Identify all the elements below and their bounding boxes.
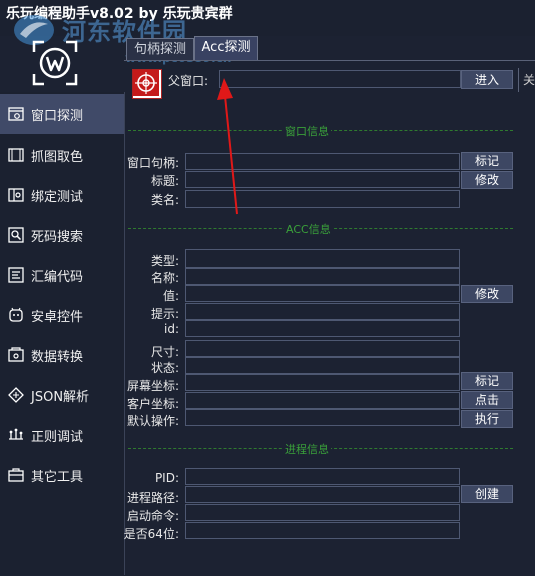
acc-type-label: 类型:	[150, 254, 179, 268]
window-mark-button[interactable]: 标记	[461, 152, 513, 170]
acc-mark-button[interactable]: 标记	[461, 372, 513, 390]
acc-size-field[interactable]	[185, 340, 460, 357]
sidebar-item-label: 抓图取色	[31, 149, 84, 165]
process-path-label: 进程路径:	[126, 491, 179, 505]
acc-value-field[interactable]	[185, 285, 460, 302]
sidebar-item-json-parse[interactable]: JSON解析	[0, 375, 124, 415]
sidebar-item-label: 绑定测试	[31, 189, 84, 205]
sidebar: 窗口探测 抓图取色 绑定测试 死码搜索 汇编代码 安卓控件 数据转换 JSON解…	[0, 92, 125, 575]
acc-modify-button[interactable]: 修改	[461, 285, 513, 303]
acc-value-label: 值:	[162, 289, 179, 303]
client-coord-label: 客户坐标:	[126, 397, 179, 411]
window-class-label: 类名:	[150, 193, 179, 207]
app-logo-icon	[32, 40, 78, 86]
bind-test-icon	[7, 186, 25, 204]
sidebar-item-android-controls[interactable]: 安卓控件	[0, 295, 124, 335]
window-handle-label: 窗口句柄:	[126, 156, 179, 170]
sidebar-item-label: 数据转换	[31, 349, 84, 365]
screen-coord-field[interactable]	[185, 374, 460, 391]
sidebar-item-label: 其它工具	[31, 469, 84, 485]
acc-name-field[interactable]	[185, 268, 460, 285]
is-64bit-label: 是否64位:	[123, 527, 179, 541]
tab-acc-probe[interactable]: Acc探测	[194, 36, 258, 60]
launch-command-label: 启动命令:	[126, 509, 179, 523]
sidebar-item-data-convert[interactable]: 数据转换	[0, 335, 124, 375]
sidebar-item-assembly[interactable]: 汇编代码	[0, 255, 124, 295]
tab-handle-probe[interactable]: 句柄探测	[126, 38, 194, 60]
window-title-label: 标题:	[150, 174, 179, 188]
sidebar-item-window-probe[interactable]: 窗口探测	[0, 94, 124, 134]
sidebar-item-label: 窗口探测	[31, 108, 84, 124]
regex-icon	[7, 426, 25, 444]
acc-type-field[interactable]	[185, 249, 460, 268]
process-info-header: 进程信息	[283, 441, 331, 457]
target-finder-icon[interactable]	[132, 69, 162, 99]
acc-execute-button[interactable]: 执行	[461, 410, 513, 428]
enter-button[interactable]: 进入	[461, 70, 513, 89]
sidebar-item-label: 安卓控件	[31, 309, 84, 325]
json-icon	[7, 386, 25, 404]
parent-window-input[interactable]	[219, 70, 461, 88]
process-path-field[interactable]	[185, 486, 460, 503]
toolbox-icon	[7, 466, 25, 484]
sidebar-item-label: 汇编代码	[31, 269, 84, 285]
acc-id-field[interactable]	[185, 320, 460, 337]
acc-size-label: 尺寸:	[150, 345, 179, 359]
default-action-label: 默认操作:	[126, 414, 179, 428]
window-modify-button[interactable]: 修改	[461, 171, 513, 189]
window-title-field[interactable]	[185, 171, 460, 188]
acc-click-button[interactable]: 点击	[461, 391, 513, 409]
window-probe-icon	[7, 105, 25, 123]
pid-label: PID:	[154, 471, 179, 485]
sidebar-item-other-tools[interactable]: 其它工具	[0, 455, 124, 495]
assembly-icon	[7, 266, 25, 284]
window-class-field[interactable]	[185, 190, 460, 208]
sidebar-item-label: 死码搜索	[31, 229, 84, 245]
acc-hint-field[interactable]	[185, 303, 460, 320]
acc-state-field[interactable]	[185, 357, 460, 374]
sidebar-item-label: 正则调试	[31, 429, 84, 445]
default-action-field[interactable]	[185, 409, 460, 426]
sidebar-item-regex-debug[interactable]: 正则调试	[0, 415, 124, 455]
right-panel-stub: 关	[518, 68, 535, 92]
acc-id-label: id:	[164, 322, 179, 336]
pid-field[interactable]	[185, 468, 460, 485]
acc-hint-label: 提示:	[150, 307, 179, 321]
screenshot-icon	[7, 146, 25, 164]
screen-coord-label: 屏幕坐标:	[126, 379, 179, 393]
is-64bit-field[interactable]	[185, 522, 460, 539]
acc-state-label: 状态:	[150, 361, 179, 375]
window-info-header: 窗口信息	[283, 123, 331, 139]
launch-command-field[interactable]	[185, 504, 460, 521]
acc-name-label: 名称:	[150, 271, 179, 285]
sidebar-item-bind-test[interactable]: 绑定测试	[0, 175, 124, 215]
sidebar-item-dead-code-search[interactable]: 死码搜索	[0, 215, 124, 255]
acc-info-header: ACC信息	[284, 221, 333, 237]
convert-icon	[7, 346, 25, 364]
search-icon	[7, 226, 25, 244]
sidebar-item-label: JSON解析	[31, 389, 90, 405]
window-handle-field[interactable]	[185, 153, 460, 170]
client-coord-field[interactable]	[185, 392, 460, 409]
sidebar-item-screenshot-color[interactable]: 抓图取色	[0, 135, 124, 175]
parent-window-label: 父窗口:	[168, 74, 209, 88]
create-process-button[interactable]: 创建	[461, 485, 513, 503]
android-icon	[7, 306, 25, 324]
